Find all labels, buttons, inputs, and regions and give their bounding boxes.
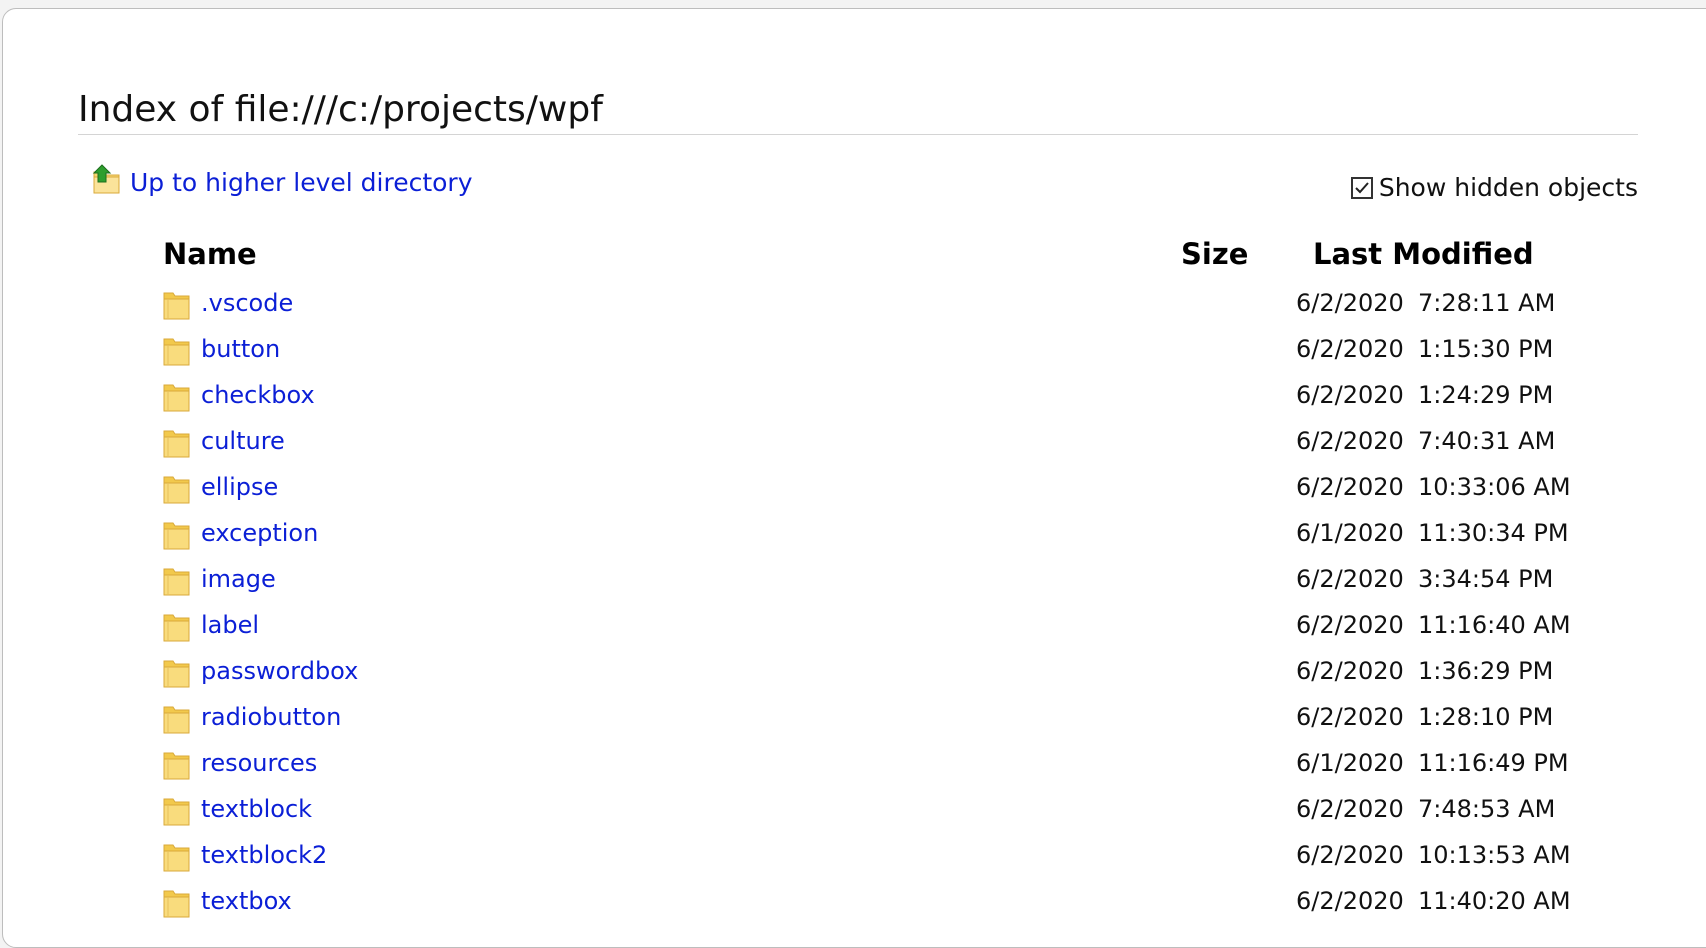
modified-date-cell: 6/1/2020 bbox=[1296, 519, 1404, 547]
folder-link[interactable]: label bbox=[201, 611, 259, 639]
modified-time-cell: 11:16:49 PM bbox=[1418, 749, 1569, 777]
table-row: passwordbox 6/2/2020 1:36:29 PM bbox=[163, 649, 1613, 695]
modified-date-cell: 6/2/2020 bbox=[1296, 841, 1404, 869]
folder-link[interactable]: textbox bbox=[201, 887, 292, 915]
folder-icon bbox=[163, 290, 191, 320]
modified-date-cell: 6/2/2020 bbox=[1296, 381, 1404, 409]
modified-date-cell: 6/2/2020 bbox=[1296, 289, 1404, 317]
modified-date-cell: 6/2/2020 bbox=[1296, 335, 1404, 363]
up-directory-icon bbox=[92, 163, 122, 201]
column-header-size[interactable]: Size bbox=[1181, 237, 1248, 271]
title-divider bbox=[78, 134, 1638, 135]
folder-link[interactable]: checkbox bbox=[201, 381, 315, 409]
show-hidden-toggle[interactable]: Show hidden objects bbox=[1350, 173, 1638, 202]
folder-icon bbox=[163, 842, 191, 872]
folder-icon bbox=[163, 336, 191, 366]
folder-link[interactable]: .vscode bbox=[201, 289, 293, 317]
modified-time-cell: 3:34:54 PM bbox=[1418, 565, 1554, 593]
modified-time-cell: 7:40:31 AM bbox=[1418, 427, 1556, 455]
modified-time-cell: 11:40:20 AM bbox=[1418, 887, 1571, 915]
table-row: checkbox 6/2/2020 1:24:29 PM bbox=[163, 373, 1613, 419]
table-row: textblock 6/2/2020 7:48:53 AM bbox=[163, 787, 1613, 833]
modified-date-cell: 6/2/2020 bbox=[1296, 795, 1404, 823]
table-row: radiobutton 6/2/2020 1:28:10 PM bbox=[163, 695, 1613, 741]
table-row: ellipse 6/2/2020 10:33:06 AM bbox=[163, 465, 1613, 511]
table-row: exception 6/1/2020 11:30:34 PM bbox=[163, 511, 1613, 557]
column-header-name[interactable]: Name bbox=[163, 237, 257, 271]
folder-icon bbox=[163, 382, 191, 412]
modified-time-cell: 1:15:30 PM bbox=[1418, 335, 1554, 363]
table-row: button 6/2/2020 1:15:30 PM bbox=[163, 327, 1613, 373]
column-header-last-modified[interactable]: Last Modified bbox=[1313, 237, 1534, 271]
modified-date-cell: 6/1/2020 bbox=[1296, 749, 1404, 777]
folder-link[interactable]: resources bbox=[201, 749, 317, 777]
folder-link[interactable]: textblock2 bbox=[201, 841, 327, 869]
table-row: textbox 6/2/2020 11:40:20 AM bbox=[163, 879, 1613, 925]
folder-icon bbox=[163, 428, 191, 458]
up-link-label: Up to higher level directory bbox=[130, 167, 473, 197]
modified-time-cell: 11:16:40 AM bbox=[1418, 611, 1571, 639]
folder-link[interactable]: passwordbox bbox=[201, 657, 358, 685]
table-row: culture 6/2/2020 7:40:31 AM bbox=[163, 419, 1613, 465]
table-row: label 6/2/2020 11:16:40 AM bbox=[163, 603, 1613, 649]
folder-icon bbox=[163, 888, 191, 918]
folder-link[interactable]: culture bbox=[201, 427, 285, 455]
modified-date-cell: 6/2/2020 bbox=[1296, 887, 1404, 915]
modified-time-cell: 7:48:53 AM bbox=[1418, 795, 1556, 823]
folder-link[interactable]: ellipse bbox=[201, 473, 278, 501]
modified-time-cell: 10:13:53 AM bbox=[1418, 841, 1571, 869]
folder-link[interactable]: textblock bbox=[201, 795, 312, 823]
modified-date-cell: 6/2/2020 bbox=[1296, 657, 1404, 685]
show-hidden-label: Show hidden objects bbox=[1378, 173, 1638, 202]
modified-time-cell: 10:33:06 AM bbox=[1418, 473, 1571, 501]
modified-date-cell: 6/2/2020 bbox=[1296, 565, 1404, 593]
folder-icon bbox=[163, 612, 191, 642]
folder-icon bbox=[163, 658, 191, 688]
modified-time-cell: 7:28:11 AM bbox=[1418, 289, 1556, 317]
modified-date-cell: 6/2/2020 bbox=[1296, 703, 1404, 731]
page-title: Index of file:///c:/projects/wpf bbox=[78, 89, 603, 130]
browser-content-window: Index of file:///c:/projects/wpf Up to h… bbox=[2, 8, 1706, 948]
modified-time-cell: 1:24:29 PM bbox=[1418, 381, 1554, 409]
folder-icon bbox=[163, 704, 191, 734]
modified-time-cell: 1:36:29 PM bbox=[1418, 657, 1554, 685]
up-to-parent-link[interactable]: Up to higher level directory bbox=[92, 163, 473, 201]
folder-link[interactable]: radiobutton bbox=[201, 703, 341, 731]
modified-date-cell: 6/2/2020 bbox=[1296, 473, 1404, 501]
modified-time-cell: 1:28:10 PM bbox=[1418, 703, 1554, 731]
checkmark-icon bbox=[1355, 181, 1369, 193]
folder-icon bbox=[163, 474, 191, 504]
table-row: image 6/2/2020 3:34:54 PM bbox=[163, 557, 1613, 603]
modified-date-cell: 6/2/2020 bbox=[1296, 427, 1404, 455]
folder-icon bbox=[163, 566, 191, 596]
folder-icon bbox=[163, 520, 191, 550]
folder-icon bbox=[163, 796, 191, 826]
folder-link[interactable]: exception bbox=[201, 519, 318, 547]
table-row: .vscode 6/2/2020 7:28:11 AM bbox=[163, 281, 1613, 327]
modified-date-cell: 6/2/2020 bbox=[1296, 611, 1404, 639]
modified-time-cell: 11:30:34 PM bbox=[1418, 519, 1569, 547]
table-row: resources 6/1/2020 11:16:49 PM bbox=[163, 741, 1613, 787]
folder-link[interactable]: image bbox=[201, 565, 276, 593]
file-rows: .vscode 6/2/2020 7:28:11 AM button 6/2/2… bbox=[163, 281, 1613, 925]
folder-link[interactable]: button bbox=[201, 335, 280, 363]
folder-icon bbox=[163, 750, 191, 780]
show-hidden-checkbox[interactable] bbox=[1350, 176, 1373, 199]
table-row: textblock2 6/2/2020 10:13:53 AM bbox=[163, 833, 1613, 879]
